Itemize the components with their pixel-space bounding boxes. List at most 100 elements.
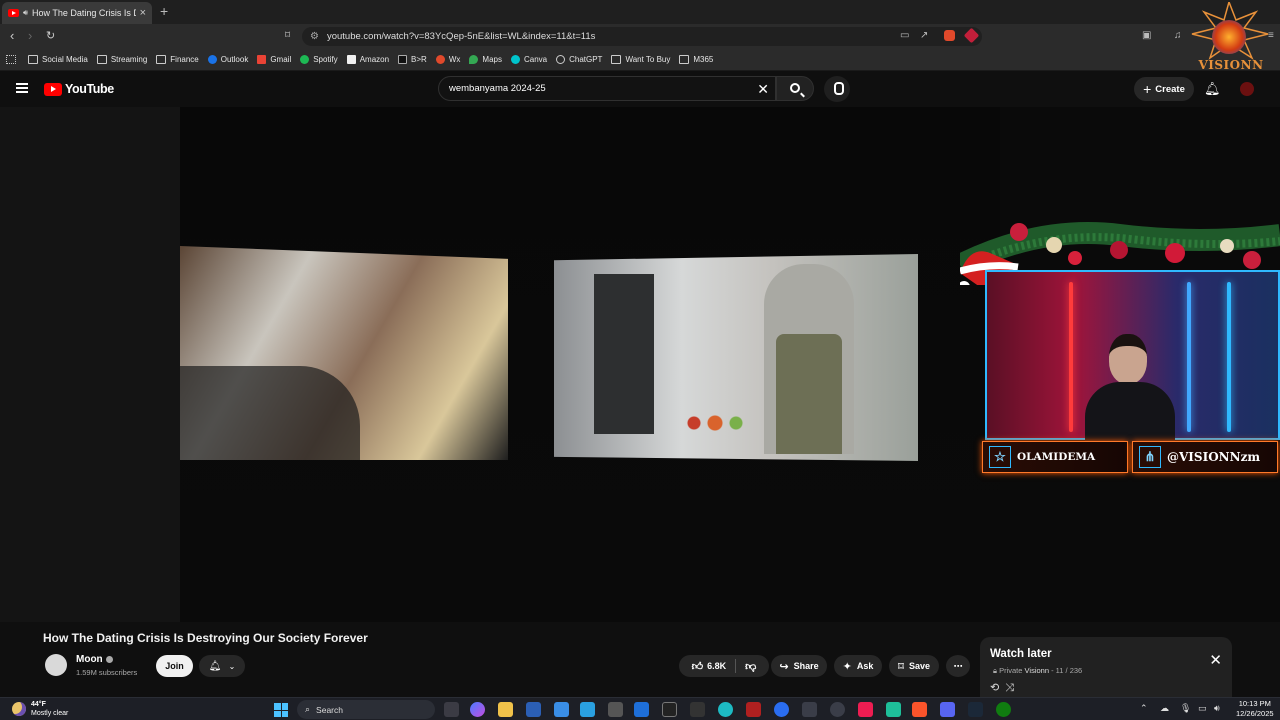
bookmark-wx[interactable]: Wx xyxy=(435,55,460,64)
obs-icon[interactable] xyxy=(830,702,845,717)
clear-search-icon[interactable]: ✕ xyxy=(757,81,769,98)
folder-icon xyxy=(611,55,622,64)
bookmark-amazon[interactable]: Amazon xyxy=(346,55,389,64)
watch-later-panel: Watch later 🔒︎ Private Visionn - 11 / 23… xyxy=(980,637,1232,697)
loop-icon[interactable]: ⟲ xyxy=(990,682,1005,694)
like-dislike-group: 👍︎ 6.8K 👎︎ xyxy=(679,655,769,677)
like-button[interactable]: 👍︎ 6.8K xyxy=(692,660,727,673)
tiktok-icon[interactable] xyxy=(858,702,873,717)
maps-icon xyxy=(469,55,479,64)
bookmark-br[interactable]: B>R xyxy=(398,55,427,64)
more-actions-button[interactable]: ⋯ xyxy=(946,655,970,677)
close-playlist-icon[interactable]: ✕ xyxy=(1209,651,1222,669)
speaker-icon[interactable]: 🔊︎ xyxy=(23,8,28,18)
social-handle-plate: ⋔ @VISIONNzm xyxy=(1132,441,1278,473)
apps-grid-icon[interactable] xyxy=(6,55,16,64)
share-button[interactable]: ↪ Share xyxy=(771,655,827,677)
discord-icon[interactable] xyxy=(940,702,955,717)
forward-icon[interactable]: › xyxy=(28,28,32,43)
create-button[interactable]: + Create xyxy=(1134,77,1194,101)
word-icon[interactable] xyxy=(634,702,649,717)
bookmark-gmail[interactable]: Gmail xyxy=(257,55,291,64)
wx-icon xyxy=(435,55,445,64)
playlist-controls: ⟲⤨ xyxy=(990,681,1020,695)
join-button[interactable]: Join xyxy=(156,655,193,677)
account-avatar[interactable] xyxy=(1240,82,1254,96)
brave-shield-icon[interactable] xyxy=(944,30,955,41)
media-icon[interactable]: ♫ xyxy=(1174,30,1182,41)
bookmark-chatgpt[interactable]: ChatGPT xyxy=(556,55,602,64)
tab-close-icon[interactable]: × xyxy=(140,7,146,19)
steam-icon[interactable] xyxy=(968,702,983,717)
network-icon[interactable]: ▭ xyxy=(1198,703,1207,714)
bookmark-maps[interactable]: Maps xyxy=(469,55,502,64)
edge-icon[interactable] xyxy=(718,702,733,717)
search-button[interactable] xyxy=(776,76,814,101)
xbox-icon[interactable] xyxy=(996,702,1011,717)
back-icon[interactable]: ‹ xyxy=(10,28,14,43)
channel-name[interactable]: Moon xyxy=(76,654,113,665)
taskbar-search[interactable]: ⌕ Search xyxy=(297,700,435,719)
notepad-icon[interactable] xyxy=(608,702,623,717)
browser-tab[interactable]: 🔊︎ How The Dating Crisis Is Destr × xyxy=(2,2,152,24)
address-bar[interactable]: ⚙︎ youtube.com/watch?v=83YcQep-5nE&list=… xyxy=(302,27,982,46)
bookmark-icon[interactable]: ⌑ xyxy=(285,30,290,41)
outlook-icon xyxy=(207,55,217,64)
outlook-app-icon[interactable] xyxy=(526,702,541,717)
share-arrow-icon: ↪ xyxy=(779,660,789,673)
youtube-logo[interactable]: YouTube xyxy=(44,82,114,96)
chatgpt-app-icon[interactable] xyxy=(662,702,677,717)
bookmark-finance[interactable]: Finance xyxy=(156,55,199,64)
playlist-title[interactable]: Watch later xyxy=(990,648,1052,660)
voice-search-button[interactable] xyxy=(824,76,850,102)
cloud-icon[interactable]: ☁ xyxy=(1160,703,1169,714)
weather-widget[interactable]: 44°F Mostly clear xyxy=(12,700,68,718)
folder-icon xyxy=(679,55,690,64)
copilot-icon[interactable] xyxy=(470,702,485,717)
app-green-icon[interactable] xyxy=(886,702,901,717)
share-nodes-icon: ⋔ xyxy=(1139,446,1161,468)
tray-expand-icon[interactable]: ⌃ xyxy=(1140,703,1148,714)
hamburger-menu-icon[interactable] xyxy=(16,83,28,93)
reload-icon[interactable]: ↻ xyxy=(46,29,55,42)
ask-button[interactable]: ✦ Ask xyxy=(834,655,882,677)
brave-icon[interactable] xyxy=(912,702,927,717)
task-view-icon[interactable] xyxy=(444,702,459,717)
cast-icon[interactable]: ▭ xyxy=(900,30,909,41)
channel-avatar[interactable] xyxy=(45,654,67,676)
bookmark-streaming[interactable]: Streaming xyxy=(96,55,147,64)
save-button[interactable]: ⌑ Save xyxy=(889,655,939,677)
sidebar-icon[interactable]: ▣ xyxy=(1142,30,1151,41)
store-icon[interactable] xyxy=(580,702,595,717)
video-letterbox-left xyxy=(0,107,180,622)
visionn-watermark: VISIONN xyxy=(1190,2,1270,74)
capcut-icon[interactable] xyxy=(690,702,705,717)
windows-taskbar: 44°F Mostly clear ⌕ Search ⌃ ☁ 🎙︎ ▭ 🔊︎ 1… xyxy=(0,697,1280,720)
mic-tray-icon[interactable]: 🎙︎ xyxy=(1180,703,1191,714)
system-clock[interactable]: 10:13 PM 12/26/2025 xyxy=(1236,699,1274,719)
bookmark-social-media[interactable]: Social Media xyxy=(28,55,88,64)
bookmark-spotify[interactable]: Spotify xyxy=(300,55,338,64)
amazon-icon xyxy=(346,55,356,64)
bookmark-m365[interactable]: M365 xyxy=(679,55,713,64)
app-blue-icon[interactable] xyxy=(774,702,789,717)
dislike-button[interactable]: 👎︎ xyxy=(745,660,756,673)
start-button[interactable] xyxy=(274,703,288,717)
photos-icon[interactable] xyxy=(554,702,569,717)
search-input[interactable]: wembanyama 2024-25 ✕ xyxy=(438,76,776,101)
app-gray-icon[interactable] xyxy=(802,702,817,717)
search-icon xyxy=(790,83,800,93)
notifications-bell-icon[interactable]: 🔔︎ xyxy=(1204,81,1221,97)
bookmark-canva[interactable]: Canva xyxy=(510,55,547,64)
bookmark-outlook[interactable]: Outlook xyxy=(207,55,248,64)
bookmark-want-to-buy[interactable]: Want To Buy xyxy=(611,55,670,64)
new-tab-icon[interactable]: + xyxy=(160,3,168,19)
share-page-icon[interactable]: ↗ xyxy=(920,30,928,41)
file-explorer-icon[interactable] xyxy=(498,702,513,717)
shuffle-icon[interactable]: ⤨ xyxy=(1005,682,1020,694)
volume-icon[interactable]: 🔊︎ xyxy=(1214,703,1220,714)
browser-tab-strip: 🔊︎ How The Dating Crisis Is Destr × + xyxy=(0,0,1280,24)
subscription-bell-button[interactable]: 🔔︎ ⌄ xyxy=(199,655,245,677)
site-settings-icon[interactable]: ⚙︎ xyxy=(310,31,319,42)
stream-app-icon[interactable] xyxy=(746,702,761,717)
